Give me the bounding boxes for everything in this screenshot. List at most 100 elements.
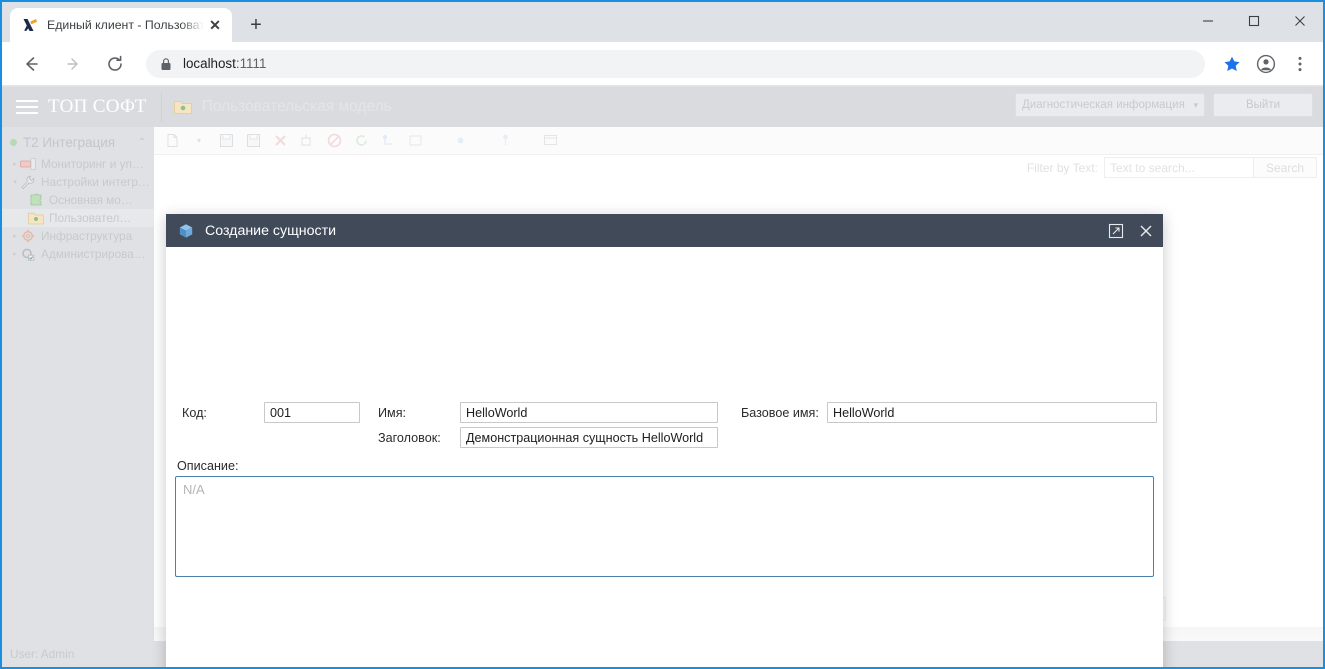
sidebar-item-administration[interactable]: ▸ Администрирова… <box>2 245 154 263</box>
description-label: Описание: <box>177 459 239 473</box>
field-row-base-name: Базовое имя: HelloWorld <box>741 402 1157 423</box>
reload-icon[interactable] <box>99 48 131 80</box>
monitoring-icon <box>20 157 36 171</box>
sidebar-item-label: Пользовател… <box>49 211 132 225</box>
close-icon[interactable] <box>1277 2 1323 40</box>
forward-arrow-icon[interactable] <box>57 48 89 80</box>
search-button[interactable]: Search <box>1253 157 1317 178</box>
address-bar-text: localhost:1111 <box>183 56 266 71</box>
header-diagnostics-select[interactable]: Диагностическая информация ▾ <box>1015 93 1205 117</box>
description-textarea[interactable]: N/A <box>175 476 1154 577</box>
save-all-icon[interactable] <box>241 130 265 152</box>
toolbar-label-1 <box>432 135 435 147</box>
name-input[interactable]: HelloWorld <box>460 402 718 423</box>
content-filter-row: Filter by Text: Text to search... Search <box>1027 157 1317 178</box>
caption-input[interactable]: Демонстрационная сущность HelloWorld <box>460 427 718 448</box>
header-divider <box>160 92 162 122</box>
undo-icon[interactable] <box>376 130 400 152</box>
caption-label: Заголовок: <box>378 430 441 445</box>
sidebar-root-label: T2 Интеграция <box>23 134 115 150</box>
toolbar-label-2 <box>477 135 480 147</box>
new-tab-button[interactable]: + <box>242 11 270 39</box>
sidebar-item-core-model[interactable]: Основная мо… <box>2 191 154 209</box>
create-entity-dialog: Создание сущности Код: 001 Имя: HelloWor… <box>166 214 1163 667</box>
pin-icon[interactable] <box>493 130 517 152</box>
base-name-label: Базовое имя: <box>741 405 819 420</box>
sidebar-item-label: Инфраструктура <box>41 229 133 243</box>
sidebar-item-label: Настройки интегр… <box>41 175 150 189</box>
cancel-prohibited-icon[interactable] <box>322 130 346 152</box>
header-diagnostics-label: Диагностическая информация <box>1022 99 1185 111</box>
report-icon[interactable] <box>538 130 562 152</box>
address-bar[interactable]: localhost:1111 <box>146 49 1205 78</box>
status-user-label: User: Admin <box>10 647 75 661</box>
puzzle-icon <box>28 193 44 207</box>
chevron-down-icon: ▾ <box>1193 99 1198 110</box>
restore-window-icon[interactable] <box>1101 214 1131 247</box>
dialog-close-icon[interactable] <box>1131 214 1161 247</box>
app-brand: ТОП СОФТ <box>48 96 147 117</box>
wrench-icon <box>20 175 36 190</box>
base-name-input[interactable]: HelloWorld <box>827 402 1157 423</box>
save-icon[interactable] <box>214 130 238 152</box>
content-toolbar: ▾ <box>154 127 1323 155</box>
search-input[interactable]: Text to search... <box>1103 157 1254 178</box>
export-icon[interactable] <box>295 130 319 152</box>
sidebar-item-label: Администрирова… <box>41 247 146 261</box>
sidebar-item-infrastructure[interactable]: ▸ Инфраструктура <box>2 227 154 245</box>
browser-window: Единый клиент - Пользовательс ✕ + <box>0 0 1325 669</box>
window-controls <box>1185 2 1323 40</box>
twisty-icon[interactable]: ▾ <box>10 178 20 186</box>
user-model-icon <box>173 99 192 115</box>
tab-close-icon[interactable]: ✕ <box>206 16 224 34</box>
attach-icon[interactable] <box>448 130 472 152</box>
browser-tab[interactable]: Единый клиент - Пользовательс ✕ <box>10 8 232 42</box>
star-icon[interactable] <box>1217 49 1247 79</box>
sidebar: T2 Интеграция ⌃ ▸ Мониторинг и уп… ▾ Нас… <box>2 127 154 667</box>
browser-toolbar: localhost:1111 <box>2 42 1323 86</box>
delete-icon[interactable] <box>268 130 292 152</box>
refresh-icon[interactable] <box>349 130 373 152</box>
back-arrow-icon[interactable] <box>15 48 47 80</box>
twisty-icon[interactable]: ▸ <box>10 250 20 258</box>
dialog-titlebar[interactable]: Создание сущности <box>166 214 1163 247</box>
code-label: Код: <box>182 405 207 420</box>
three-dot-menu-icon[interactable] <box>1285 49 1315 79</box>
twisty-icon[interactable]: ▸ <box>10 160 20 168</box>
status-dot-icon <box>10 138 17 146</box>
code-input[interactable]: 001 <box>264 402 360 423</box>
page-title: Пользовательская модель <box>201 98 392 115</box>
address-port: :1111 <box>235 56 267 71</box>
address-host: localhost <box>183 56 236 71</box>
browser-tabstrip: Единый клиент - Пользовательс ✕ + <box>2 2 1323 42</box>
app-header-actions: Диагностическая информация ▾ Выйти <box>1015 93 1313 117</box>
dialog-body: Код: 001 Имя: HelloWorld Заголовок: Демо… <box>166 247 1163 667</box>
entity-cube-icon <box>178 223 194 239</box>
lock-icon <box>160 57 172 71</box>
minimize-icon[interactable] <box>1185 2 1231 40</box>
sidebar-item-integration-settings[interactable]: ▾ Настройки интегр… <box>2 173 154 191</box>
properties-icon[interactable] <box>403 130 427 152</box>
gear-icon <box>20 229 36 243</box>
account-avatar-icon[interactable] <box>1251 49 1281 79</box>
chevron-up-icon[interactable]: ⌃ <box>138 137 146 148</box>
twisty-icon[interactable]: ▸ <box>10 232 20 240</box>
toolbar-label-3 <box>522 135 525 147</box>
field-row-code: Код: 001 <box>182 402 360 423</box>
field-row-caption: Заголовок: Демонстрационная сущность Hel… <box>378 427 718 448</box>
admin-gear-icon <box>20 247 36 261</box>
app-logo-icon <box>22 17 38 33</box>
maximize-icon[interactable] <box>1231 2 1277 40</box>
browser-tab-title: Единый клиент - Пользовательс <box>47 18 204 32</box>
sidebar-item-label: Основная мо… <box>49 193 133 207</box>
sidebar-root-node[interactable]: T2 Интеграция ⌃ <box>2 129 154 155</box>
name-label: Имя: <box>378 405 407 420</box>
logout-button[interactable]: Выйти <box>1213 93 1313 117</box>
dialog-title: Создание сущности <box>205 222 337 239</box>
sidebar-item-monitoring[interactable]: ▸ Мониторинг и уп… <box>2 155 154 173</box>
dropdown-caret-icon[interactable]: ▾ <box>187 130 211 152</box>
new-document-icon[interactable] <box>160 130 184 152</box>
hamburger-menu-icon[interactable] <box>10 100 44 114</box>
sidebar-item-user-model[interactable]: Пользовател… <box>2 209 154 227</box>
browser-toolbar-actions <box>1213 49 1315 79</box>
